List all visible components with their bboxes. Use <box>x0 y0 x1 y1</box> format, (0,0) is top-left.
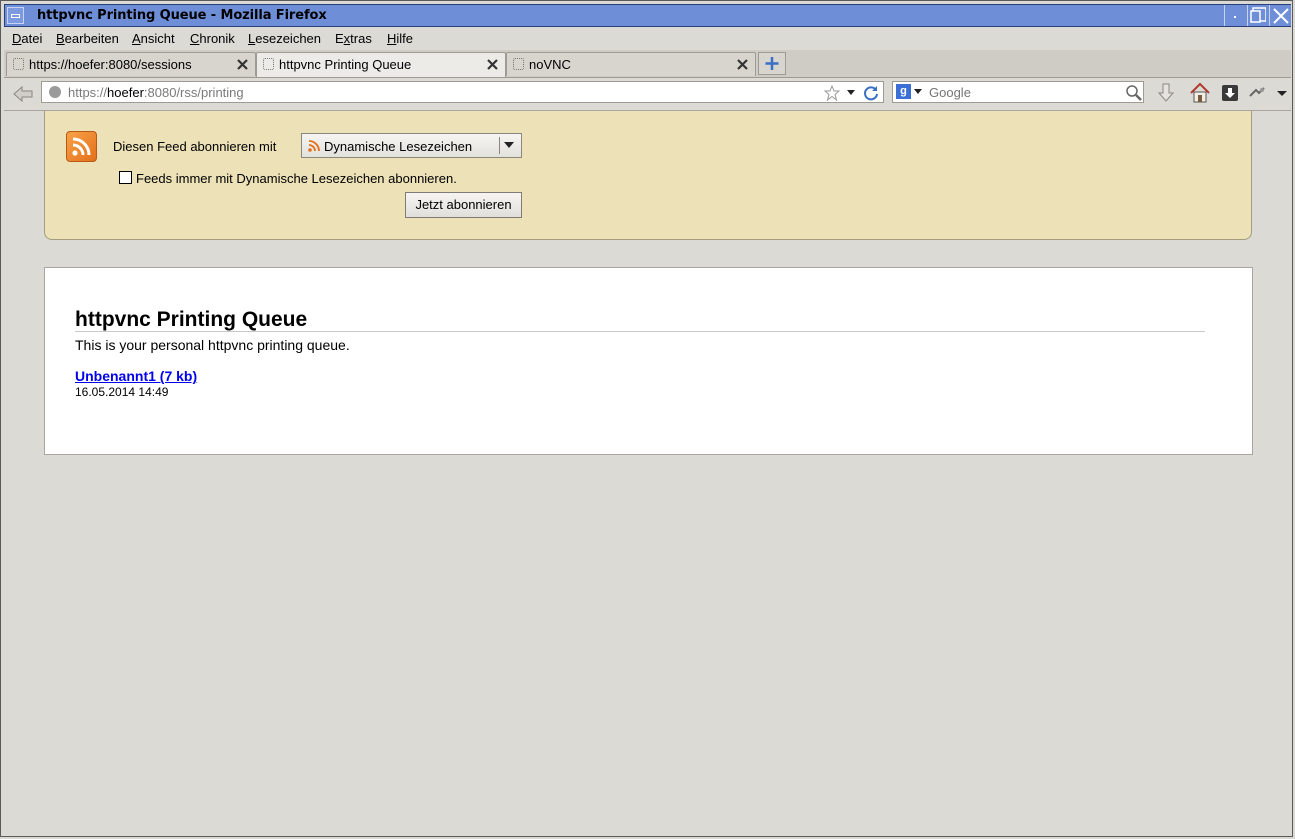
window-title: httpvnc Printing Queue - Mozilla Firefox <box>37 8 327 23</box>
feed-entry-link[interactable]: Unbenannt1 (7 kb) <box>75 368 197 384</box>
close-tab-icon[interactable] <box>735 57 750 72</box>
navigation-toolbar: https://hoefer:8080/rss/printing g <box>4 78 1291 111</box>
home-icon[interactable] <box>1188 81 1212 105</box>
feed-subtitle: This is your personal httpvnc printing q… <box>75 337 350 353</box>
window-menu-icon[interactable] <box>7 7 24 24</box>
menu-dropdown-icon[interactable] <box>1270 81 1294 105</box>
minimize-icon <box>1234 16 1236 18</box>
menu-chronik[interactable]: Chronik <box>190 31 235 46</box>
title-divider <box>75 331 1205 332</box>
always-subscribe-checkbox[interactable] <box>119 171 132 184</box>
reload-icon[interactable] <box>862 84 880 102</box>
bookmark-star-icon[interactable] <box>824 85 840 101</box>
tab-printing-queue[interactable]: httpvnc Printing Queue <box>256 52 506 77</box>
feed-reader-select[interactable]: Dynamische Lesezeichen <box>301 133 522 158</box>
search-engine-dropdown-icon[interactable] <box>914 89 922 94</box>
menu-ansicht[interactable]: Ansicht <box>132 31 175 46</box>
rss-feed-icon <box>66 131 97 162</box>
feed-reader-value: Dynamische Lesezeichen <box>324 139 473 154</box>
history-dropdown-icon[interactable] <box>847 90 855 95</box>
close-icon <box>1273 8 1289 24</box>
tab-label: https://hoefer:8080/sessions <box>29 57 192 72</box>
close-window-button[interactable] <box>1269 5 1291 26</box>
subscribe-now-button[interactable]: Jetzt abonnieren <box>405 192 522 218</box>
menu-extras[interactable]: Extras <box>335 31 372 46</box>
close-tab-icon[interactable] <box>485 57 500 72</box>
feed-title: httpvnc Printing Queue <box>75 308 308 331</box>
menu-lesezeichen[interactable]: Lesezeichen <box>248 31 321 46</box>
page-favicon-icon <box>13 58 24 70</box>
tab-sessions[interactable]: https://hoefer:8080/sessions <box>6 52 256 76</box>
tab-label: httpvnc Printing Queue <box>279 57 412 72</box>
page-content: Diesen Feed abonnieren mit Dynamische Le… <box>4 111 1291 835</box>
chevron-down-icon <box>504 142 514 148</box>
menu-bar: Datei Bearbeiten Ansicht Chronik Lesezei… <box>4 28 1291 51</box>
maximize-icon <box>1250 7 1266 23</box>
downloads-icon[interactable] <box>1218 81 1242 105</box>
search-bar: g <box>892 81 1144 103</box>
search-icon[interactable] <box>1125 84 1143 102</box>
browser-window: httpvnc Printing Queue - Mozilla Firefox… <box>0 0 1293 837</box>
new-tab-button[interactable] <box>758 52 786 75</box>
plus-icon <box>765 57 779 70</box>
back-arrow-icon[interactable] <box>12 83 34 105</box>
google-icon[interactable]: g <box>896 84 911 99</box>
close-tab-icon[interactable] <box>235 57 250 72</box>
search-input[interactable] <box>929 84 1109 100</box>
page-favicon-icon <box>513 58 524 70</box>
always-subscribe-label: Feeds immer mit Dynamische Lesezeichen a… <box>136 171 457 186</box>
title-bar: httpvnc Printing Queue - Mozilla Firefox <box>4 4 1291 27</box>
rss-small-icon <box>308 140 320 152</box>
subscribe-label: Diesen Feed abonnieren mit <box>113 139 277 154</box>
minimize-button[interactable] <box>1224 5 1246 26</box>
tab-label: noVNC <box>529 57 571 72</box>
download-arrow-icon[interactable] <box>1154 81 1178 105</box>
tab-novnc[interactable]: noVNC <box>506 52 756 76</box>
select-separator <box>499 137 500 154</box>
menu-bearbeiten[interactable]: Bearbeiten <box>56 31 119 46</box>
feed-subscribe-header: Diesen Feed abonnieren mit Dynamische Le… <box>44 111 1252 240</box>
menu-datei[interactable]: Datei <box>12 31 42 46</box>
feed-body: httpvnc Printing Queue This is your pers… <box>44 267 1253 455</box>
feed-entry-date: 16.05.2014 14:49 <box>75 385 169 399</box>
tab-bar: https://hoefer:8080/sessions httpvnc Pri… <box>4 50 1291 78</box>
maximize-button[interactable] <box>1247 5 1269 26</box>
menu-hilfe[interactable]: Hilfe <box>387 31 413 46</box>
url-text: https://hoefer:8080/rss/printing <box>68 85 244 100</box>
globe-icon <box>49 86 61 98</box>
url-bar[interactable]: https://hoefer:8080/rss/printing <box>41 81 884 103</box>
addon-icon[interactable] <box>1245 81 1269 105</box>
page-favicon-icon <box>263 58 274 70</box>
